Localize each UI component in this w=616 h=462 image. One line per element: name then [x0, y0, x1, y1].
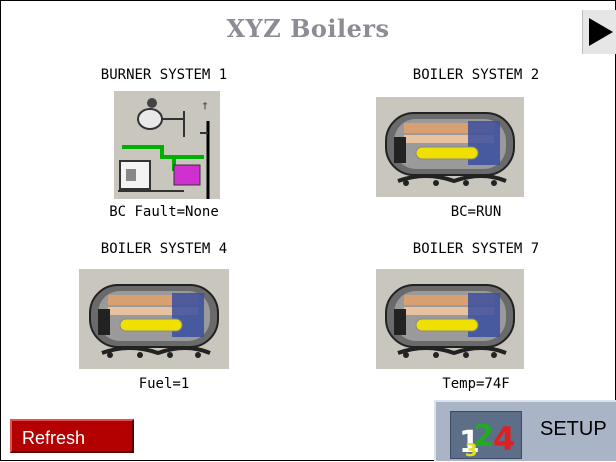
boiler-cutaway-icon [376, 269, 524, 369]
boiler-cutaway-icon [80, 269, 228, 369]
page-title: XYZ Boilers [226, 14, 390, 43]
burner-system-1-image[interactable]: † [114, 91, 220, 199]
next-screen-button[interactable] [582, 10, 616, 54]
panel-label-burner-system-1: BURNER SYSTEM 1 [100, 67, 228, 83]
status-boiler-system-2: BC=RUN [450, 204, 502, 220]
setup-icon-digit-4: 4 [493, 420, 515, 458]
refresh-button[interactable]: Refresh [10, 419, 134, 453]
setup-label: SETUP [540, 418, 607, 440]
panel-label-boiler-system-2: BOILER SYSTEM 2 [412, 67, 540, 83]
status-burner-system-1: BC Fault=None [109, 204, 219, 220]
panel-label-boiler-system-4: BOILER SYSTEM 4 [100, 241, 228, 257]
burner-schematic-icon: † [114, 91, 220, 199]
svg-text:†: † [202, 101, 208, 112]
setup-button[interactable]: 1 2 3 4 SETUP [434, 400, 616, 461]
panel-label-boiler-system-7: BOILER SYSTEM 7 [412, 241, 540, 257]
boiler-cutaway-icon [376, 97, 524, 197]
boiler-system-2-image[interactable] [376, 97, 524, 197]
numbers-123-icon: 1 2 3 4 [450, 411, 522, 461]
setup-icon-digit-3: 3 [465, 440, 478, 458]
play-arrow-icon [589, 18, 613, 46]
boiler-system-7-image[interactable] [376, 269, 524, 369]
boiler-system-4-image[interactable] [79, 269, 229, 369]
status-boiler-system-4: Fuel=1 [138, 376, 190, 392]
status-boiler-system-7: Temp=74F [442, 376, 510, 392]
